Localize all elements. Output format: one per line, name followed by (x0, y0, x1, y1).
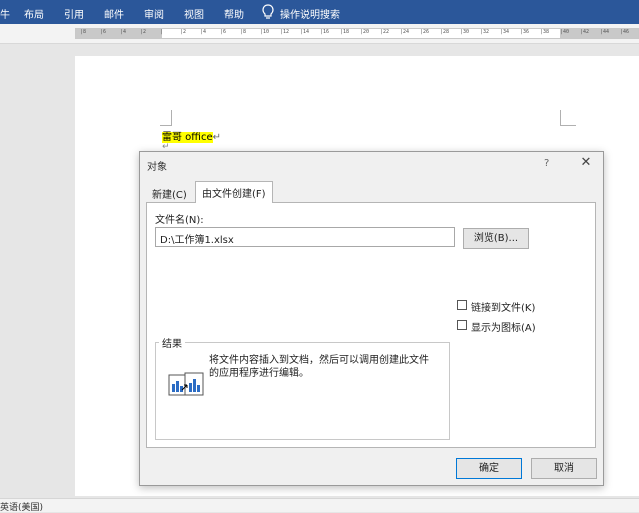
ruler-tick-label: |2 (180, 29, 187, 35)
ok-button[interactable]: 确定 (456, 458, 522, 479)
filename-input[interactable]: D:\工作簿1.xlsx (155, 227, 455, 247)
paragraph-mark: ↵ (212, 132, 222, 143)
menu-item-references[interactable]: 引用 (64, 6, 84, 21)
close-icon[interactable]: ✕ (576, 155, 596, 171)
browse-button[interactable]: 浏览(B)... (463, 228, 529, 249)
lightbulb-icon (262, 4, 274, 19)
ruler-tick-label: |30 (460, 29, 470, 35)
ruler-tick-label: |4 (120, 29, 127, 35)
cancel-button[interactable]: 取消 (531, 458, 597, 479)
ruler-tick-label: |36 (520, 29, 530, 35)
display-as-icon-checkbox[interactable] (457, 320, 467, 330)
ruler-tick-label: |12 (280, 29, 290, 35)
highlighted-text: 雷哥 office (162, 132, 213, 143)
ruler-tick-label: |40 (560, 29, 570, 35)
document-text-line[interactable]: 雷哥 office↵ (162, 128, 221, 143)
ribbon-menu-bar: 牛 布局 引用 邮件 审阅 视图 帮助 操作说明搜索 (0, 0, 639, 24)
menu-item-mailings[interactable]: 邮件 (104, 6, 124, 21)
menu-item-partial[interactable]: 牛 (0, 6, 10, 21)
result-legend: 结果 (159, 335, 185, 350)
ruler-tick-label: |8 (240, 29, 247, 35)
link-to-file-label[interactable]: 链接到文件(K) (471, 299, 535, 314)
filename-label: 文件名(N): (155, 215, 204, 226)
result-description: 将文件内容插入到文档，然后可以调用创建此文件的应用程序进行编辑。 (209, 355, 429, 379)
ruler-tick-label: |14 (300, 29, 310, 35)
display-as-icon-label[interactable]: 显示为图标(A) (471, 319, 536, 334)
horizontal-ruler[interactable]: |8 |6 |4 |2 | |2 |4 |6 |8 |10 |12 |14 |16 |18 |20 |22 |2… (75, 28, 639, 39)
menu-item-review[interactable]: 审阅 (144, 6, 164, 21)
menu-item-layout[interactable]: 布局 (24, 6, 44, 21)
margin-corner-top-right (560, 110, 576, 126)
insert-object-icon (168, 372, 204, 396)
ruler-tick-label: |34 (500, 29, 510, 35)
ruler-tick-label: |8 (80, 29, 87, 35)
ruler-tick-label: |6 (220, 29, 227, 35)
ruler-tick-label: |44 (600, 29, 610, 35)
ruler-tick-label: |46 (620, 29, 630, 35)
menu-item-view[interactable]: 视图 (184, 6, 204, 21)
ruler-tick-label: |26 (420, 29, 430, 35)
ruler-tick-label: |28 (440, 29, 450, 35)
insert-object-dialog: 对象 ? ✕ 新建(C) 由文件创建(F) 文件名(N): D:\工作簿1.xl… (139, 151, 604, 486)
tab-panel: 文件名(N): D:\工作簿1.xlsx 浏览(B)... 链接到文件(K) 显… (146, 202, 596, 448)
margin-corner-top-left (160, 110, 172, 126)
ruler-tick-label: |38 (540, 29, 550, 35)
ruler-tick-label: |32 (480, 29, 490, 35)
ruler-tick-label: |4 (200, 29, 207, 35)
ruler-tick-label: |16 (320, 29, 330, 35)
help-button[interactable]: ? (544, 158, 549, 169)
ruler-tick-label: |20 (360, 29, 370, 35)
tab-create-new[interactable]: 新建(C) (146, 183, 193, 203)
dialog-title: 对象 (147, 162, 167, 173)
link-to-file-checkbox[interactable] (457, 300, 467, 310)
ruler-tick-label: |24 (400, 29, 410, 35)
ruler-tick-label: |2 (140, 29, 147, 35)
ruler-tick-label: |6 (100, 29, 107, 35)
ruler-tick-label: |42 (580, 29, 590, 35)
ruler-tick-label: |10 (260, 29, 270, 35)
status-bar: 英语(美国) (0, 498, 639, 513)
ruler-tick-label: | (160, 29, 164, 35)
ruler-tick-label: |18 (340, 29, 350, 35)
language-indicator[interactable]: 英语(美国) (0, 500, 43, 513)
menu-item-help[interactable]: 帮助 (224, 6, 244, 21)
tell-me-search[interactable]: 操作说明搜索 (280, 6, 340, 21)
ruler-tick-label: |22 (380, 29, 390, 35)
tab-create-from-file[interactable]: 由文件创建(F) (195, 181, 273, 203)
